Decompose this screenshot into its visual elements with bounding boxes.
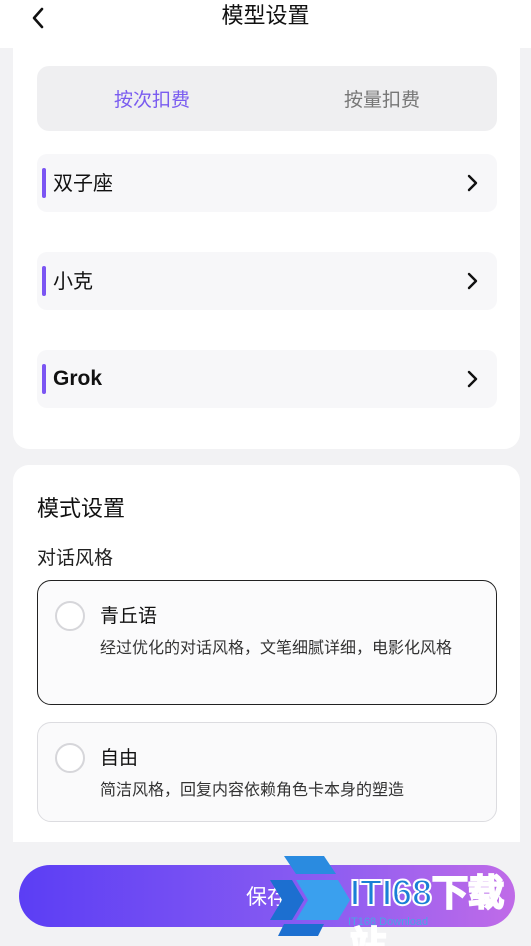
model-name: 双子座 bbox=[53, 171, 113, 195]
accent-bar bbox=[42, 168, 46, 198]
header-bar: 模型设置 bbox=[0, 0, 531, 48]
style-label: 对话风格 bbox=[37, 547, 114, 569]
mode-settings-card: 模式设置 对话风格 青丘语 经过优化的对话风格，文笔细腻详细，电影化风格 自由 … bbox=[13, 465, 520, 865]
option-description: 经过优化的对话风格，文笔细腻详细，电影化风格 bbox=[100, 638, 453, 657]
model-card: 按次扣费 按量扣费 双子座 小克 Grok bbox=[13, 48, 520, 449]
radio-button[interactable] bbox=[55, 743, 85, 773]
tab-per-use[interactable]: 按次扣费 bbox=[37, 66, 267, 131]
watermark-logo-icon bbox=[270, 856, 350, 936]
accent-bar bbox=[42, 364, 46, 394]
billing-segmented-control: 按次扣费 按量扣费 bbox=[37, 66, 497, 131]
model-item-claude[interactable]: 小克 bbox=[37, 252, 497, 310]
model-name: Grok bbox=[53, 367, 103, 390]
watermark-subtext: IT168 Download bbox=[348, 916, 429, 928]
model-item-gemini[interactable]: 双子座 bbox=[37, 154, 497, 212]
radio-button[interactable] bbox=[55, 601, 85, 631]
watermark: ITI68下载站 IT168 Download bbox=[262, 850, 522, 946]
model-name: 小克 bbox=[53, 269, 93, 293]
option-title: 自由 bbox=[100, 747, 139, 769]
style-option-qingqiu[interactable]: 青丘语 经过优化的对话风格，文笔细腻详细，电影化风格 bbox=[37, 580, 497, 705]
watermark-text: ITI68下载站 bbox=[349, 871, 505, 946]
model-settings-page: 模型设置 按次扣费 按量扣费 双子座 小克 Grok 模式设置 对话风格 青丘语… bbox=[0, 0, 531, 946]
style-option-free[interactable]: 自由 简洁风格，回复内容依赖角色卡本身的塑造 bbox=[37, 722, 497, 822]
tab-per-volume[interactable]: 按量扣费 bbox=[267, 66, 497, 131]
section-title: 模式设置 bbox=[37, 497, 126, 522]
accent-bar bbox=[42, 266, 46, 296]
chevron-right-icon bbox=[467, 272, 478, 290]
chevron-right-icon bbox=[467, 174, 478, 192]
page-title: 模型设置 bbox=[221, 4, 310, 29]
option-title: 青丘语 bbox=[100, 605, 158, 627]
model-item-grok[interactable]: Grok bbox=[37, 350, 497, 408]
option-description: 简洁风格，回复内容依赖角色卡本身的塑造 bbox=[100, 780, 405, 799]
chevron-right-icon bbox=[467, 370, 478, 388]
